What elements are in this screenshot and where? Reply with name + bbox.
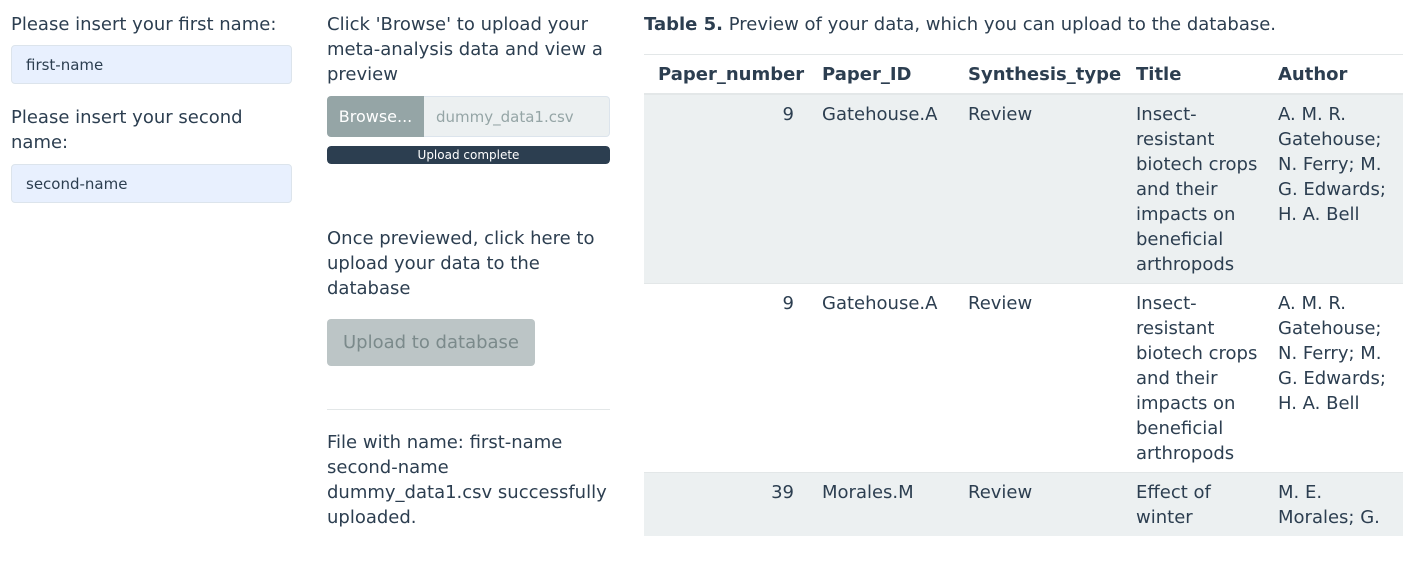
cell-paper-id: Morales.M (808, 472, 954, 536)
file-name-display: dummy_data1.csv (424, 96, 610, 137)
success-message: File with name: first-name second-name d… (327, 432, 607, 528)
file-input-group: Browse... dummy_data1.csv (327, 96, 610, 137)
second-name-input[interactable] (11, 164, 292, 203)
cell-paper-number: 39 (644, 472, 808, 536)
first-name-label: Please insert your first name: (11, 14, 277, 35)
table-header-row: Paper_number Paper_ID Synthesis_type Tit… (644, 55, 1403, 95)
upload-progress: Upload complete (327, 146, 610, 164)
table-caption-text: Preview of your data, which you can uplo… (723, 14, 1277, 35)
table-row: 39 Morales.M Review Effect of winter M. … (644, 472, 1403, 536)
cell-paper-id: Gatehouse.A (808, 93, 954, 284)
second-name-label: Please insert your second name: (11, 107, 243, 153)
shiny-upload-page: Please insert your first name: Please in… (0, 0, 1403, 584)
browse-button[interactable]: Browse... (327, 96, 424, 137)
header-paper-number: Paper_number (644, 55, 808, 95)
table-row: 9 Gatehouse.A Review Insect-resistant bi… (644, 93, 1403, 284)
table-row: 9 Gatehouse.A Review Insect-resistant bi… (644, 283, 1403, 473)
header-title: Title (1122, 55, 1264, 95)
upload-to-database-button[interactable]: Upload to database (327, 319, 535, 366)
preview-table: Paper_number Paper_ID Synthesis_type Tit… (644, 55, 1403, 536)
header-author: Author (1264, 55, 1403, 95)
header-synthesis-type: Synthesis_type (954, 55, 1122, 95)
browse-instruction: Click 'Browse' to upload your meta-analy… (327, 14, 603, 85)
cell-title: Insect-resistant biotech crops and their… (1122, 93, 1264, 284)
preview-table-wrapper[interactable]: Paper_number Paper_ID Synthesis_type Tit… (644, 54, 1403, 536)
upload-progress-bar: Upload complete (327, 146, 610, 164)
preview-instruction: Once previewed, click here to upload you… (327, 228, 595, 299)
cell-paper-id: Gatehouse.A (808, 283, 954, 473)
cell-author: A. M. R. Gatehouse; N. Ferry; M. G. Edwa… (1264, 93, 1403, 284)
first-name-input[interactable] (11, 45, 292, 84)
cell-author: A. M. R. Gatehouse; N. Ferry; M. G. Edwa… (1264, 283, 1403, 473)
cell-paper-number: 9 (644, 283, 808, 473)
divider (327, 409, 610, 410)
cell-paper-number: 9 (644, 93, 808, 284)
cell-synthesis-type: Review (954, 472, 1122, 536)
cell-synthesis-type: Review (954, 93, 1122, 284)
cell-author: M. E. Morales; G. (1264, 472, 1403, 536)
table-caption-number: Table 5. (644, 14, 723, 35)
cell-title: Insect-resistant biotech crops and their… (1122, 283, 1264, 473)
table-caption: Table 5. Preview of your data, which you… (644, 12, 1403, 37)
cell-synthesis-type: Review (954, 283, 1122, 473)
cell-title: Effect of winter (1122, 472, 1264, 536)
header-paper-id: Paper_ID (808, 55, 954, 95)
